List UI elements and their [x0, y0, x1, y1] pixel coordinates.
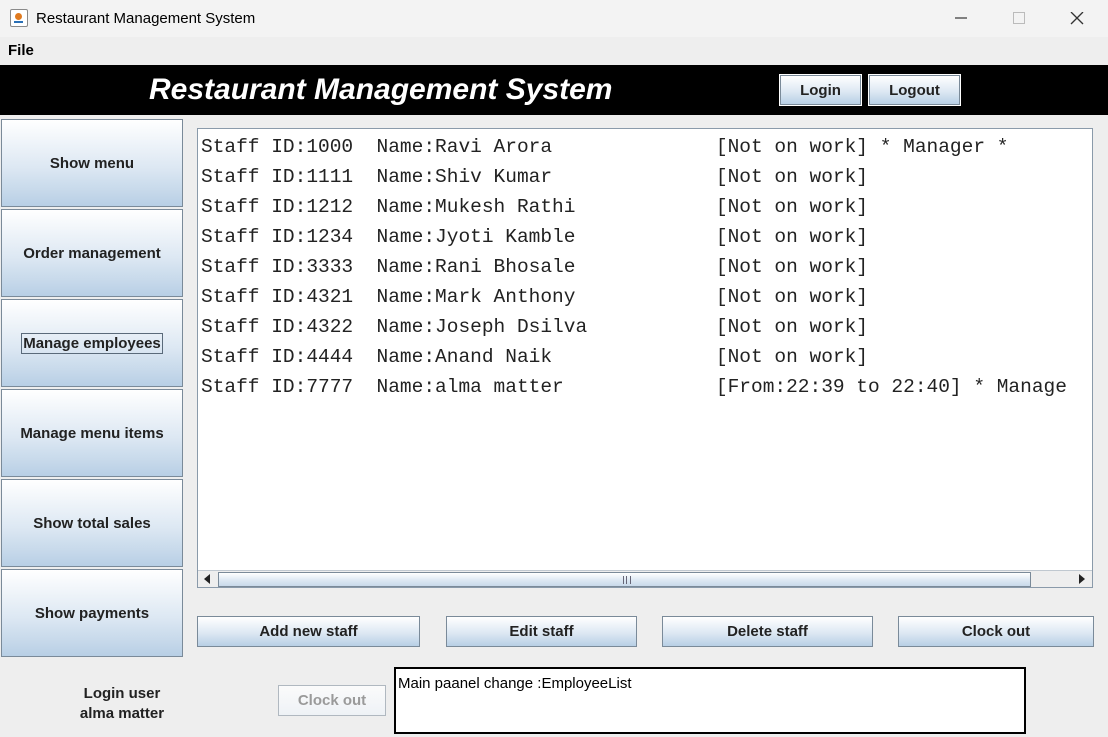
show-payments-label: Show payments: [34, 604, 150, 622]
delete-staff-button[interactable]: Delete staff: [662, 616, 873, 647]
status-message: Main paanel change :EmployeeList: [394, 667, 1026, 734]
order-management-button[interactable]: Order management: [1, 209, 183, 297]
java-app-icon: [10, 9, 28, 27]
staff-row[interactable]: Staff ID:1111 Name:Shiv Kumar [Not on wo…: [201, 165, 1067, 195]
arrow-right-icon[interactable]: [1078, 574, 1086, 584]
arrow-left-icon[interactable]: [203, 574, 211, 584]
app-title: Restaurant Management System: [149, 73, 613, 106]
maximize-icon: [1013, 12, 1025, 24]
staff-row[interactable]: Staff ID:7777 Name:alma matter [From:22:…: [201, 375, 1067, 405]
show-total-sales-label: Show total sales: [33, 514, 151, 532]
grip-icon: [623, 576, 631, 584]
staff-row[interactable]: Staff ID:4321 Name:Mark Anthony [Not on …: [201, 285, 1067, 315]
header-banner: Restaurant Management System Login Logou…: [0, 65, 1108, 115]
manage-employees-label: Manage employees: [21, 332, 163, 354]
manage-employees-button[interactable]: Manage employees: [1, 299, 183, 387]
show-menu-button[interactable]: Show menu: [1, 119, 183, 207]
edit-staff-button[interactable]: Edit staff: [446, 616, 637, 647]
manage-menu-items-button[interactable]: Manage menu items: [1, 389, 183, 477]
staff-row[interactable]: Staff ID:3333 Name:Rani Bhosale [Not on …: [201, 255, 1067, 285]
file-menu[interactable]: File: [8, 42, 34, 59]
close-icon: [1070, 12, 1084, 25]
login-user-info: Login user alma matter: [60, 684, 184, 724]
scrollbar-thumb[interactable]: [218, 572, 1031, 587]
login-user-label: Login user: [83, 685, 161, 702]
show-menu-label: Show menu: [49, 154, 135, 172]
login-button[interactable]: Login: [779, 74, 862, 106]
clock-out-button[interactable]: Clock out: [898, 616, 1094, 647]
show-payments-button[interactable]: Show payments: [1, 569, 183, 657]
close-button[interactable]: [1048, 0, 1106, 37]
minimize-icon: [955, 17, 967, 19]
staff-row[interactable]: Staff ID:1212 Name:Mukesh Rathi [Not on …: [201, 195, 1067, 225]
minimize-button[interactable]: [932, 0, 990, 37]
add-new-staff-button[interactable]: Add new staff: [197, 616, 420, 647]
staff-list[interactable]: Staff ID:1000 Name:Ravi Arora [Not on wo…: [197, 128, 1093, 588]
staff-row[interactable]: Staff ID:1234 Name:Jyoti Kamble [Not on …: [201, 225, 1067, 255]
logout-button[interactable]: Logout: [868, 74, 961, 106]
staff-row[interactable]: Staff ID:4444 Name:Anand Naik [Not on wo…: [201, 345, 1067, 375]
order-management-label: Order management: [23, 244, 161, 262]
window-title: Restaurant Management System: [36, 10, 256, 27]
staff-row[interactable]: Staff ID:4322 Name:Joseph Dsilva [Not on…: [201, 315, 1067, 345]
maximize-button[interactable]: [990, 0, 1048, 37]
menubar: File: [0, 37, 1108, 64]
horizontal-scrollbar[interactable]: [198, 570, 1092, 587]
staff-list-rows: Staff ID:1000 Name:Ravi Arora [Not on wo…: [201, 135, 1067, 405]
clock-out-disabled-button[interactable]: Clock out: [278, 685, 386, 716]
show-total-sales-button[interactable]: Show total sales: [1, 479, 183, 567]
staff-row[interactable]: Staff ID:1000 Name:Ravi Arora [Not on wo…: [201, 135, 1067, 165]
login-user-name: alma matter: [79, 705, 165, 722]
window-titlebar: Restaurant Management System: [0, 0, 1108, 37]
manage-menu-items-label: Manage menu items: [20, 424, 164, 442]
